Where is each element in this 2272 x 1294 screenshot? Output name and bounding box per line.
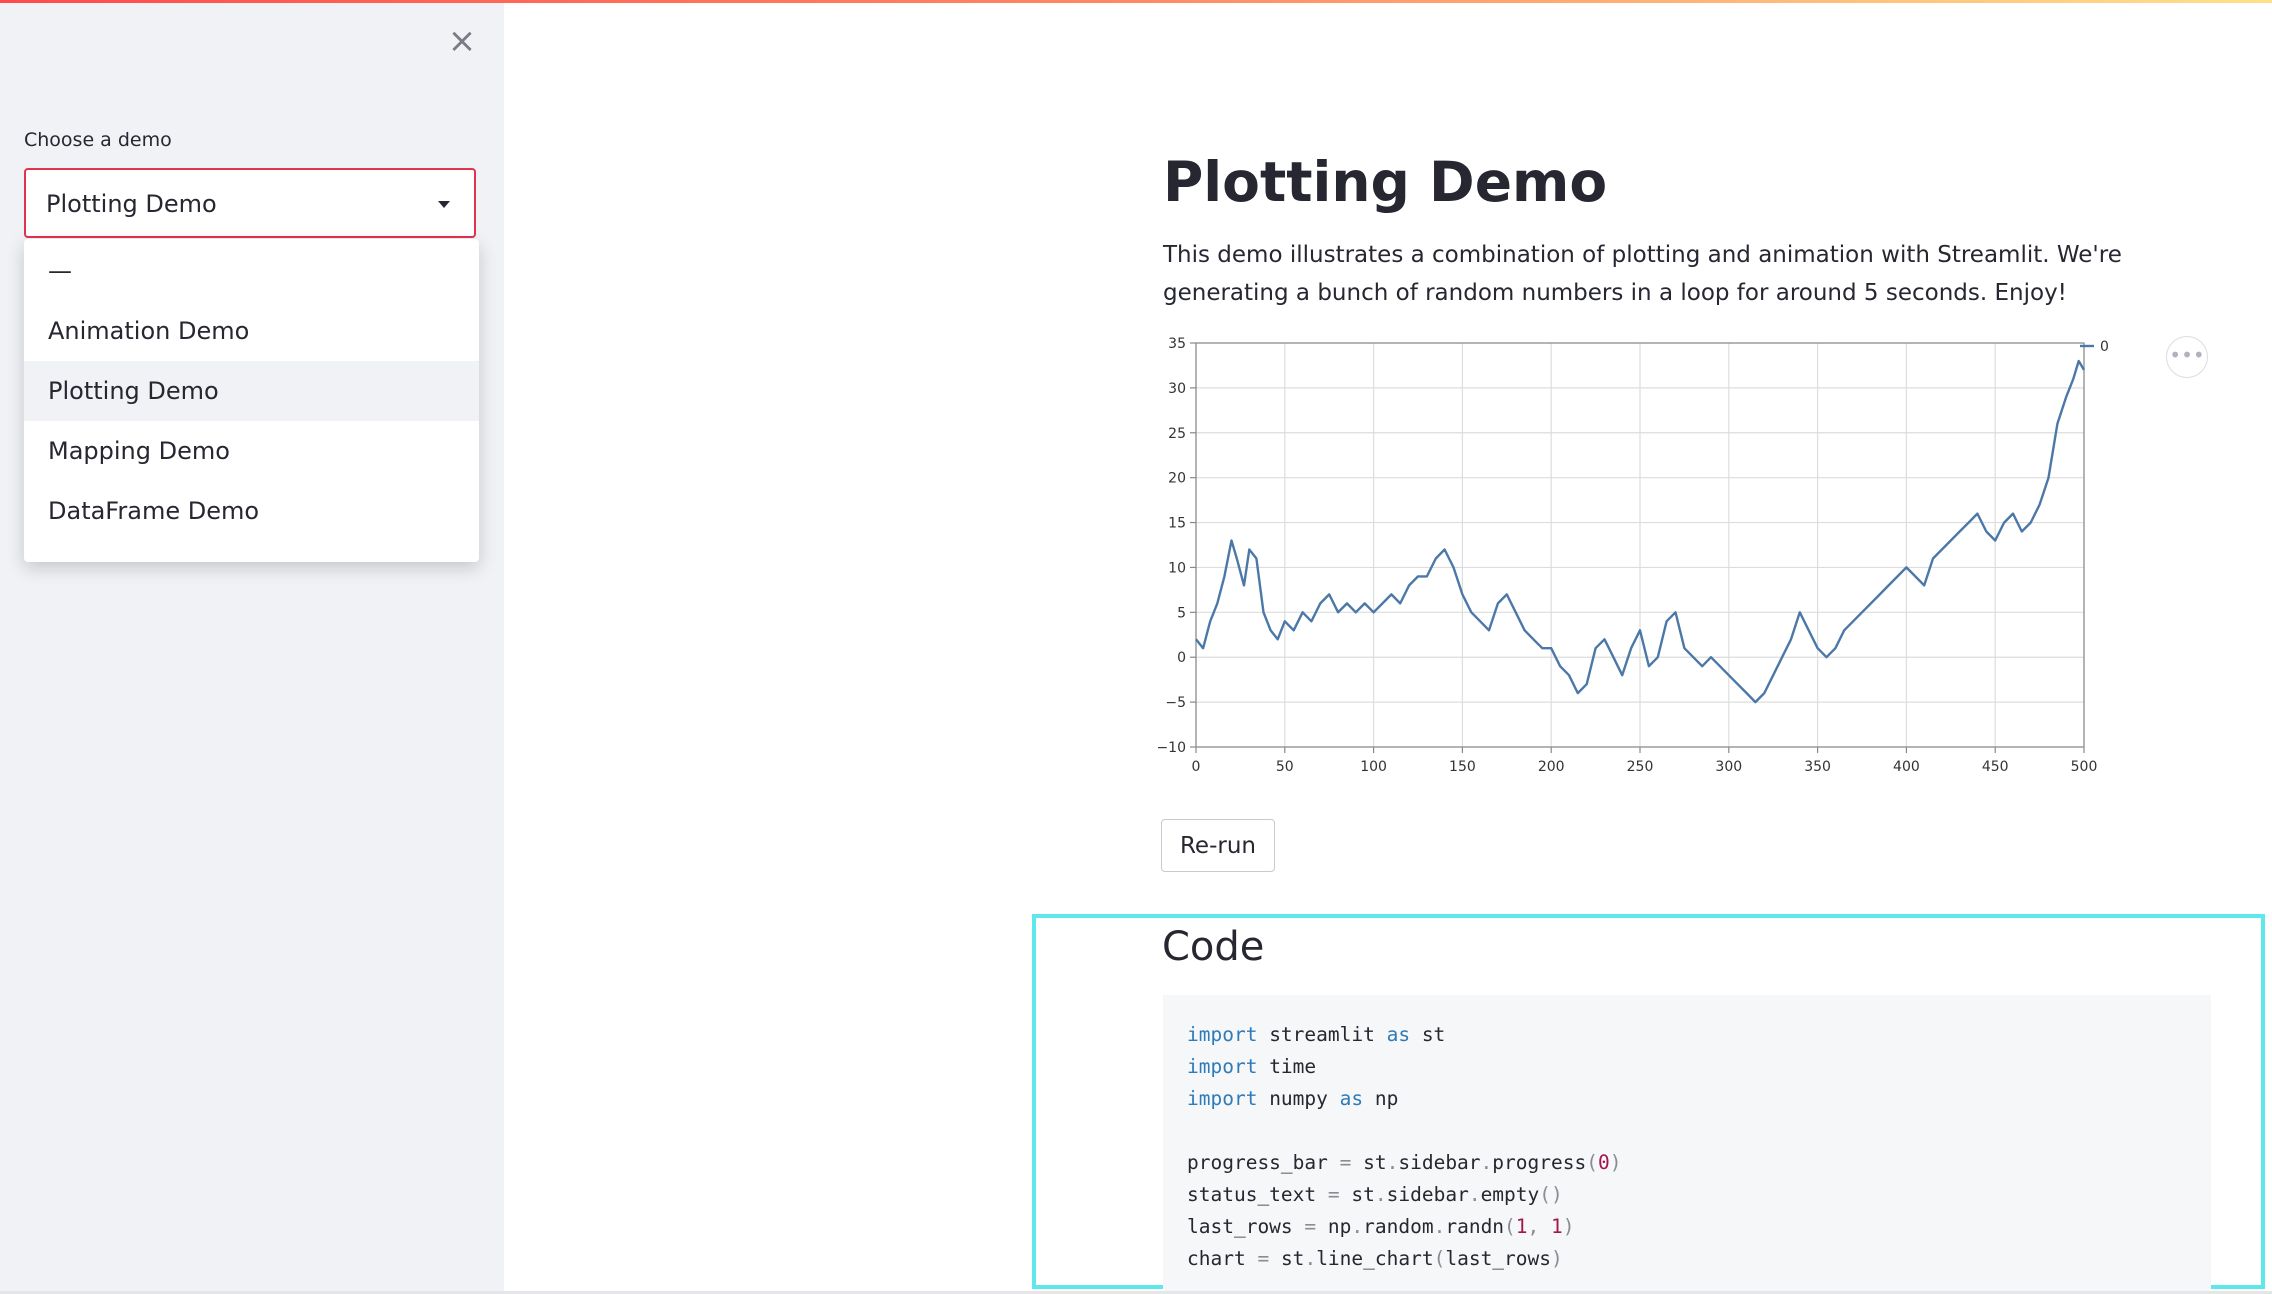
page-title: Plotting Demo <box>1163 150 1608 214</box>
x-tick-label: 400 <box>1893 759 1920 775</box>
code-line: last_rows = np.random.randn(1, 1) <box>1187 1211 1621 1243</box>
chart-more-options-button[interactable]: ••• <box>2166 336 2208 378</box>
code-token: ( <box>1504 1215 1516 1238</box>
code-token: st <box>1351 1151 1387 1174</box>
code-token: st <box>1269 1247 1305 1270</box>
code-line: import streamlit as st <box>1187 1019 1621 1051</box>
y-tick-label: 20 <box>1168 471 1186 487</box>
y-tick-label: −5 <box>1165 695 1186 711</box>
code-token: = <box>1304 1215 1317 1238</box>
dropdown-option-none[interactable]: — <box>24 241 479 301</box>
caret-down-icon <box>438 201 450 208</box>
code-token: chart <box>1187 1247 1258 1270</box>
code-token: import <box>1187 1055 1258 1078</box>
code-token: import <box>1187 1087 1258 1110</box>
code-token: import <box>1187 1023 1258 1046</box>
code-token: time <box>1257 1055 1317 1078</box>
code-token: st <box>1339 1183 1375 1206</box>
code-token: st <box>1410 1023 1446 1046</box>
code-token: . <box>1304 1247 1317 1270</box>
dropdown-option-plotting-demo[interactable]: Plotting Demo <box>24 361 479 421</box>
code-token: np <box>1363 1087 1399 1110</box>
x-tick-label: 300 <box>1715 759 1742 775</box>
sidebar: × Choose a demo Plotting Demo — Animatio… <box>0 3 504 1291</box>
close-sidebar-icon[interactable]: × <box>446 24 478 58</box>
code-token: = <box>1339 1151 1352 1174</box>
x-tick-label: 350 <box>1804 759 1831 775</box>
code-token: 1 <box>1515 1215 1528 1238</box>
code-line: import numpy as np <box>1187 1083 1621 1115</box>
code-token: . <box>1351 1215 1364 1238</box>
code-token: ( <box>1433 1247 1446 1270</box>
code-token: as <box>1339 1087 1364 1110</box>
x-tick-label: 150 <box>1449 759 1476 775</box>
code-token: () <box>1539 1183 1563 1206</box>
code-token: . <box>1480 1151 1493 1174</box>
code-token: progress_bar <box>1187 1151 1340 1174</box>
demo-select-value: Plotting Demo <box>46 190 217 218</box>
code-token: = <box>1327 1183 1340 1206</box>
code-heading: Code <box>1162 924 1265 970</box>
code-line: chart = st.line_chart(last_rows) <box>1187 1243 1621 1275</box>
code-token: empty <box>1480 1183 1540 1206</box>
code-block: import streamlit as st import time import … <box>1163 995 2211 1291</box>
code-token: , <box>1527 1215 1552 1238</box>
code-token: ) <box>1562 1215 1575 1238</box>
code-token: ( <box>1586 1151 1598 1174</box>
dropdown-option-animation-demo[interactable]: Animation Demo <box>24 301 479 361</box>
code-token: last_rows <box>1445 1247 1552 1270</box>
code-token: progress <box>1492 1151 1587 1174</box>
code-token: . <box>1433 1215 1446 1238</box>
code-token: 1 <box>1551 1215 1563 1238</box>
x-tick-label: 100 <box>1360 759 1387 775</box>
y-tick-label: 25 <box>1168 426 1186 442</box>
legend-label: 0 <box>2100 339 2109 355</box>
code-token: np <box>1316 1215 1352 1238</box>
demo-select[interactable]: Plotting Demo <box>24 168 476 238</box>
rerun-button[interactable]: Re-run <box>1161 819 1275 872</box>
x-tick-label: 0 <box>1192 759 1201 775</box>
x-tick-label: 200 <box>1538 759 1565 775</box>
dropdown-option-mapping-demo[interactable]: Mapping Demo <box>24 421 479 481</box>
code-token: . <box>1374 1183 1387 1206</box>
code-token: random <box>1363 1215 1434 1238</box>
y-tick-label: −10 <box>1156 740 1186 756</box>
code-token: sidebar <box>1386 1183 1469 1206</box>
x-tick-label: 500 <box>2071 759 2098 775</box>
intro-paragraph: This demo illustrates a combination of p… <box>1163 242 2122 306</box>
code-token: sidebar <box>1398 1151 1481 1174</box>
code-token: randn <box>1445 1215 1505 1238</box>
code-line: import time <box>1187 1051 1621 1083</box>
code-line: progress_bar = st.sidebar.progress(0) <box>1187 1147 1621 1179</box>
code-token: last_rows <box>1187 1215 1305 1238</box>
y-tick-label: 10 <box>1168 560 1186 576</box>
y-tick-label: 0 <box>1177 650 1186 666</box>
code-token: ) <box>1551 1247 1563 1270</box>
code-token: status_text <box>1187 1183 1328 1206</box>
dropdown-option-dataframe-demo[interactable]: DataFrame Demo <box>24 481 479 541</box>
code-token: 0 <box>1597 1151 1610 1174</box>
x-tick-label: 50 <box>1276 759 1294 775</box>
y-tick-label: 15 <box>1168 516 1186 532</box>
x-tick-label: 250 <box>1627 759 1654 775</box>
code-token: numpy <box>1257 1087 1340 1110</box>
y-tick-label: 5 <box>1177 605 1186 621</box>
code-token: streamlit <box>1257 1023 1387 1046</box>
x-tick-label: 450 <box>1982 759 2009 775</box>
demo-dropdown-menu: — Animation Demo Plotting Demo Mapping D… <box>24 239 479 562</box>
code-token: . <box>1468 1183 1481 1206</box>
y-tick-label: 30 <box>1168 381 1186 397</box>
line-chart: 0 50 100 150 200 250 300 350 400 450 500−10−505101… <box>1156 336 2109 775</box>
code-token: line_chart <box>1316 1247 1434 1270</box>
y-tick-label: 35 <box>1168 336 1186 352</box>
code-token: . <box>1386 1151 1399 1174</box>
code-line: status_text = st.sidebar.empty() <box>1187 1179 1621 1211</box>
code-token: ) <box>1609 1151 1622 1174</box>
demo-select-label: Choose a demo <box>24 129 172 151</box>
code-token: as <box>1386 1023 1411 1046</box>
code-lines: import streamlit as st import time import … <box>1187 1019 1621 1275</box>
code-token: = <box>1257 1247 1270 1270</box>
